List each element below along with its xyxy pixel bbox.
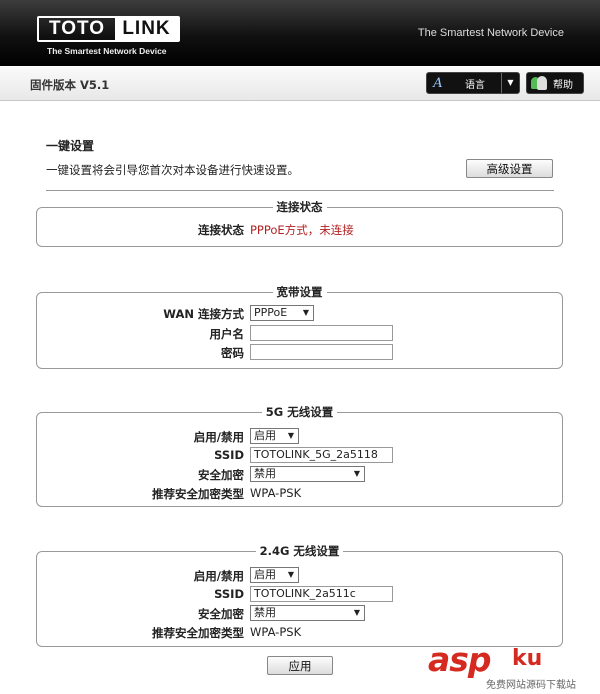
connection-status-label: 连接状态 bbox=[198, 223, 244, 237]
watermark-subtitle: 免费网站源码下载站 bbox=[486, 680, 576, 691]
logo-box: TOTO LINK bbox=[37, 16, 180, 42]
toolbar: 固件版本 V5.1 A 语言 ▼ 帮助 bbox=[0, 67, 600, 101]
wifi-24g-security-value: 禁用 bbox=[254, 606, 276, 619]
logo-subtitle: The Smartest Network Device bbox=[47, 46, 167, 56]
wifi-24g-recommend-value: WPA-PSK bbox=[250, 625, 302, 639]
chevron-down-icon[interactable]: ▼ bbox=[501, 73, 519, 93]
wifi-5g-enable-label: 启用/禁用 bbox=[193, 430, 244, 444]
help-label: 帮助 bbox=[553, 79, 573, 91]
watermark-brand-ku: ku bbox=[512, 646, 543, 671]
wifi-5g-enable-value: 启用 bbox=[254, 429, 276, 442]
page-description: 一键设置将会引导您首次对本设备进行快速设置。 bbox=[46, 163, 299, 177]
help-button[interactable]: 帮助 bbox=[526, 72, 584, 94]
apply-button[interactable]: 应用 bbox=[267, 656, 333, 675]
wifi-24g-ssid-input[interactable]: TOTOLINK_2a511c bbox=[250, 586, 393, 602]
broadband-settings-legend: 宽带设置 bbox=[276, 285, 323, 299]
connection-status-legend: 连接状态 bbox=[276, 200, 323, 214]
chevron-down-icon: ▼ bbox=[353, 469, 360, 478]
chevron-down-icon: ▼ bbox=[287, 570, 294, 579]
wan-type-value: PPPoE bbox=[254, 306, 288, 319]
language-label: 语言 bbox=[465, 79, 485, 91]
wifi-24g-security-label: 安全加密 bbox=[198, 607, 244, 621]
wifi-5g-recommend-label: 推荐安全加密类型 bbox=[152, 487, 244, 501]
header-tagline: The Smartest Network Device bbox=[417, 27, 564, 39]
chevron-down-icon: ▼ bbox=[353, 608, 360, 617]
watermark-brand: asp bbox=[428, 640, 492, 679]
wifi-24g-security-select[interactable]: 禁用 ▼ bbox=[250, 605, 365, 621]
password-label: 密码 bbox=[221, 346, 244, 360]
wifi-5g-ssid-input[interactable]: TOTOLINK_5G_2a5118 bbox=[250, 447, 393, 463]
wifi-24g-enable-select[interactable]: 启用 ▼ bbox=[250, 567, 299, 583]
password-input[interactable] bbox=[250, 344, 393, 360]
logo-left-text: TOTO bbox=[48, 18, 106, 39]
divider bbox=[46, 190, 554, 191]
wifi-5g-enable-select[interactable]: 启用 ▼ bbox=[250, 428, 299, 444]
advanced-settings-button[interactable]: 高级设置 bbox=[466, 159, 553, 178]
wifi-24g-enable-label: 启用/禁用 bbox=[193, 569, 244, 583]
chevron-down-icon: ▼ bbox=[302, 308, 309, 317]
username-label: 用户名 bbox=[209, 327, 245, 341]
username-input[interactable] bbox=[250, 325, 393, 341]
page-title: 一键设置 bbox=[46, 139, 95, 153]
site-watermark: asp ku 免费网站源码下载站 bbox=[428, 640, 596, 691]
help-people-icon bbox=[529, 75, 551, 91]
wifi-24g-legend: 2.4G 无线设置 bbox=[259, 544, 340, 558]
wifi-5g-security-value: 禁用 bbox=[254, 467, 276, 480]
wifi-5g-ssid-label: SSID bbox=[214, 448, 244, 462]
chevron-down-icon: ▼ bbox=[287, 431, 294, 440]
wifi-5g-security-select[interactable]: 禁用 ▼ bbox=[250, 466, 365, 482]
wan-type-select[interactable]: PPPoE ▼ bbox=[250, 305, 314, 321]
wifi-5g-security-label: 安全加密 bbox=[198, 468, 244, 482]
header: TOTO LINK The Smartest Network Device Th… bbox=[0, 0, 600, 66]
wifi-24g-enable-value: 启用 bbox=[254, 568, 276, 581]
wifi-5g-recommend-value: WPA-PSK bbox=[250, 486, 302, 500]
language-button[interactable]: A 语言 ▼ bbox=[426, 72, 520, 94]
firmware-version: 固件版本 V5.1 bbox=[30, 78, 110, 92]
wifi-24g-ssid-label: SSID bbox=[214, 587, 244, 601]
connection-status-value: PPPoE方式，未连接 bbox=[250, 223, 354, 237]
wifi-5g-legend: 5G 无线设置 bbox=[265, 405, 334, 419]
totolink-logo: TOTO LINK The Smartest Network Device bbox=[37, 16, 180, 56]
logo-right-text: LINK bbox=[115, 18, 178, 40]
language-icon: A bbox=[433, 75, 443, 91]
wifi-24g-recommend-label: 推荐安全加密类型 bbox=[152, 626, 244, 640]
wan-type-label: WAN 连接方式 bbox=[163, 307, 244, 321]
